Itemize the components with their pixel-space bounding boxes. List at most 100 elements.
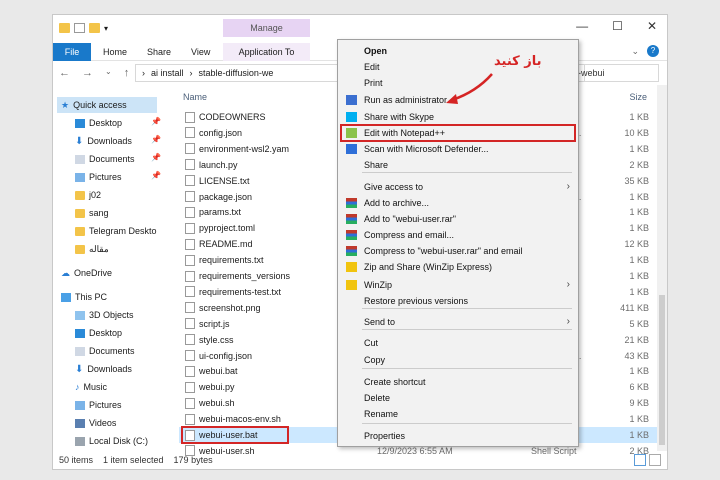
tab-application-tools[interactable]: Application To — [223, 43, 310, 61]
recent-locations-icon[interactable]: ⌄ — [105, 67, 112, 79]
desktop-icon — [75, 328, 85, 338]
nav-item-desktop[interactable]: Desktop — [75, 115, 122, 131]
context-menu-item[interactable]: Copy — [338, 352, 578, 368]
file-name-cell: environment-wsl2.yam — [185, 141, 289, 157]
menu-item-label: Add to archive... — [364, 198, 430, 208]
expand-ribbon-icon[interactable]: ⌄ — [631, 46, 639, 57]
new-folder-icon[interactable] — [89, 23, 100, 33]
download-icon: ⬇ — [75, 135, 84, 147]
pin-icon[interactable]: 📌 — [151, 171, 161, 180]
tab-view[interactable]: View — [191, 43, 210, 61]
menu-item-label: Add to "webui-user.rar" — [364, 214, 456, 224]
customize-toolbar-icon[interactable]: ▾ — [104, 24, 108, 33]
nav-item-3d-objects[interactable]: 3D Objects — [75, 307, 134, 323]
menu-item-label: Properties — [364, 431, 406, 441]
pin-icon[interactable]: 📌 — [151, 153, 161, 162]
context-menu-item[interactable]: Rename — [338, 406, 578, 422]
close-button[interactable]: ✕ — [647, 19, 657, 33]
forward-arrow-icon[interactable]: → — [82, 67, 93, 79]
context-menu-item[interactable]: Restore previous versions — [338, 293, 578, 309]
menu-item-label: Copy — [364, 355, 386, 365]
context-menu-item[interactable]: Create shortcut — [338, 374, 578, 390]
file-size: 12 KB — [624, 239, 649, 250]
file-icon — [185, 350, 195, 361]
nav-label: j02 — [89, 190, 102, 200]
context-menu-item[interactable]: Compress and email... — [338, 227, 578, 243]
folder-icon — [75, 226, 85, 236]
details-view-icon[interactable] — [634, 454, 646, 466]
menu-separator — [362, 329, 572, 330]
tab-share[interactable]: Share — [147, 43, 171, 61]
context-menu-item[interactable]: Add to "webui-user.rar" — [338, 211, 578, 227]
file-name: config.json — [199, 127, 243, 138]
nav-item-local-disk[interactable]: Local Disk (C:) — [75, 433, 148, 449]
context-menu-item[interactable]: Open — [338, 43, 578, 59]
nav-item-documents[interactable]: Documents — [75, 151, 135, 167]
pin-icon[interactable]: 📌 — [151, 117, 161, 126]
back-arrow-icon[interactable]: ← — [59, 67, 70, 79]
column-header-name[interactable]: Name — [183, 89, 207, 105]
properties-icon[interactable] — [74, 23, 85, 33]
context-menu-item[interactable]: Compress to "webui-user.rar" and email — [338, 243, 578, 259]
file-explorer-window: ▾ Manage — ☐ ✕ File Home Share View Appl… — [52, 14, 668, 470]
nav-item-downloads[interactable]: ⬇ Downloads — [75, 133, 132, 149]
nav-item-telegram[interactable]: Telegram Deskto — [75, 223, 157, 239]
file-name: requirements-test.txt — [199, 286, 282, 297]
maximize-button[interactable]: ☐ — [612, 19, 623, 33]
context-menu-item[interactable]: Cut — [338, 335, 578, 351]
nav-item-maghale[interactable]: مقاله — [75, 241, 109, 257]
search-box[interactable]: -webui — [573, 64, 659, 82]
context-menu-item[interactable]: Add to archive... — [338, 195, 578, 211]
nav-label: This PC — [75, 292, 108, 302]
nav-item-onedrive[interactable]: ☁ OneDrive — [61, 265, 112, 281]
nav-item-downloads-pc[interactable]: ⬇ Downloads — [75, 361, 132, 377]
context-menu-item[interactable]: Scan with Microsoft Defender... — [338, 141, 578, 157]
vertical-scrollbar[interactable] — [657, 85, 667, 451]
large-icons-view-icon[interactable] — [649, 454, 661, 466]
nav-item-desktop-pc[interactable]: Desktop — [75, 325, 122, 341]
menu-separator — [362, 308, 572, 309]
context-menu-item[interactable]: Share — [338, 157, 578, 173]
nav-item-music[interactable]: ♪ Music — [75, 379, 107, 395]
file-name: CODEOWNERS — [199, 112, 266, 122]
menu-item-label: Restore previous versions — [364, 296, 469, 306]
nav-label: Pictures — [89, 400, 122, 410]
up-arrow-icon[interactable]: ↑ — [124, 67, 130, 79]
drive-icon — [75, 436, 85, 446]
context-menu-item[interactable]: Zip and Share (WinZip Express) — [338, 259, 578, 275]
context-menu-item[interactable]: Properties — [338, 428, 578, 444]
context-menu-item[interactable]: WinZip › — [338, 277, 578, 293]
nav-item-pictures-pc[interactable]: Pictures — [75, 397, 122, 413]
nav-item-sang[interactable]: sang — [75, 205, 109, 221]
file-name-cell: LICENSE.txt — [185, 173, 250, 189]
minimize-button[interactable]: — — [576, 19, 588, 33]
menu-item-label: Zip and Share (WinZip Express) — [364, 262, 493, 272]
file-name: environment-wsl2.yam — [199, 143, 290, 154]
context-menu-item[interactable]: Delete — [338, 390, 578, 406]
file-name: pyproject.toml — [199, 223, 256, 234]
nav-label: sang — [89, 208, 109, 218]
chevron-right-icon: › — [566, 279, 570, 290]
nav-item-j02[interactable]: j02 — [75, 187, 101, 203]
tab-file[interactable]: File — [53, 43, 91, 61]
pin-icon[interactable]: 📌 — [151, 135, 161, 144]
tab-home[interactable]: Home — [103, 43, 127, 61]
nav-item-videos[interactable]: Videos — [75, 415, 116, 431]
column-header-size[interactable]: Size — [629, 89, 647, 105]
nav-item-this-pc[interactable]: This PC — [61, 289, 107, 305]
menu-item-label: Share with Skype — [364, 112, 435, 122]
breadcrumb-ai-install[interactable]: ai install — [151, 65, 184, 81]
scrollbar-thumb[interactable] — [659, 295, 665, 445]
menu-item-label: Create shortcut — [364, 377, 426, 387]
breadcrumb-stable-diffusion[interactable]: stable-diffusion-we — [199, 65, 274, 81]
nav-item-pictures[interactable]: Pictures — [75, 169, 122, 185]
context-menu-item[interactable]: Share with Skype — [338, 109, 578, 125]
help-icon[interactable]: ? — [647, 45, 659, 57]
manage-contextual-tab[interactable]: Manage — [223, 19, 310, 37]
nav-item-documents-pc[interactable]: Documents — [75, 343, 135, 359]
context-menu-item[interactable]: Send to › — [338, 314, 578, 330]
music-icon: ♪ — [75, 382, 80, 392]
nav-quick-access[interactable]: ★ Quick access — [57, 97, 157, 113]
context-menu-item[interactable]: Give access to › — [338, 179, 578, 195]
folder-icon — [75, 190, 85, 200]
